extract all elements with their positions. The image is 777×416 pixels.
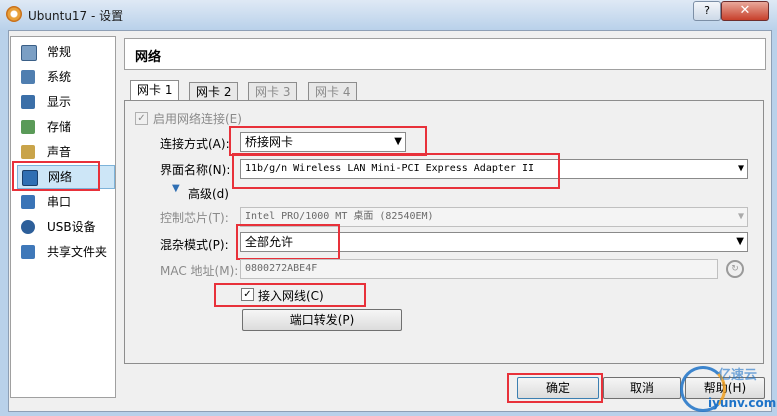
dropdown-arrow-icon: ▼ bbox=[736, 236, 744, 247]
highlight-adapter-name bbox=[232, 153, 560, 189]
sidebar-item-system[interactable]: 系统 bbox=[17, 66, 113, 88]
monitor-icon bbox=[21, 45, 37, 61]
highlight-network-item bbox=[12, 161, 100, 191]
help-window-button[interactable]: ? bbox=[693, 1, 721, 21]
sidebar-item-display[interactable]: 显示 bbox=[17, 91, 113, 113]
highlight-attached-to bbox=[229, 126, 427, 156]
chip-icon bbox=[21, 70, 35, 84]
folder-icon bbox=[21, 245, 35, 259]
attached-to-label: 连接方式(A): bbox=[160, 137, 230, 151]
display-icon bbox=[21, 95, 35, 109]
speaker-icon bbox=[21, 145, 35, 159]
tab-adapter-1[interactable]: 网卡 1 bbox=[130, 80, 180, 102]
expand-triangle-icon[interactable]: ▼ bbox=[172, 183, 180, 194]
dropdown-arrow-icon: ▼ bbox=[737, 163, 744, 174]
usb-icon bbox=[21, 220, 35, 234]
enable-adapter-label: 启用网络连接(E) bbox=[153, 112, 242, 126]
cancel-button[interactable]: 取消 bbox=[603, 377, 681, 399]
enable-adapter-checkbox[interactable]: ✓ bbox=[135, 112, 148, 125]
sidebar-item-storage[interactable]: 存储 bbox=[17, 116, 113, 138]
serial-icon bbox=[21, 195, 35, 209]
window-title: Ubuntu17 - 设置 bbox=[28, 9, 124, 23]
adapter-type-label: 控制芯片(T): bbox=[160, 211, 229, 225]
mac-address-field[interactable]: 0800272ABE4F bbox=[240, 259, 718, 279]
mac-address-label: MAC 地址(M): bbox=[160, 264, 239, 278]
dropdown-arrow-icon: ▼ bbox=[737, 211, 744, 222]
sidebar-item-shared-folders[interactable]: 共享文件夹 bbox=[17, 241, 113, 263]
settings-sidebar: 常规 系统 显示 存储 声音 网络 串口 USB设备 共享文件夹 bbox=[10, 36, 116, 398]
page-title: 网络 bbox=[135, 50, 162, 65]
tab-adapter-2[interactable]: 网卡 2 bbox=[189, 82, 239, 101]
virtualbox-settings-icon bbox=[6, 6, 22, 22]
highlight-ok-button bbox=[507, 373, 603, 403]
page-header: 网络 bbox=[124, 38, 766, 70]
sidebar-item-audio[interactable]: 声音 bbox=[17, 141, 113, 163]
sidebar-item-serial-ports[interactable]: 串口 bbox=[17, 191, 113, 213]
close-window-button[interactable]: ✕ bbox=[721, 1, 769, 21]
disk-icon bbox=[21, 120, 35, 134]
watermark-logo: 亿速云 iyunv.com bbox=[678, 362, 776, 414]
sidebar-item-usb[interactable]: USB设备 bbox=[17, 216, 113, 238]
tab-adapter-3[interactable]: 网卡 3 bbox=[248, 82, 298, 101]
refresh-mac-icon[interactable]: ↻ bbox=[726, 260, 744, 278]
tab-adapter-4[interactable]: 网卡 4 bbox=[308, 82, 358, 101]
highlight-cable-connected bbox=[214, 283, 366, 307]
promiscuous-mode-label: 混杂模式(P): bbox=[160, 238, 229, 252]
port-forwarding-button[interactable]: 端口转发(P) bbox=[242, 309, 402, 331]
sidebar-item-general[interactable]: 常规 bbox=[17, 41, 113, 63]
adapter-name-label: 界面名称(N): bbox=[160, 163, 231, 177]
advanced-toggle[interactable]: 高级(d) bbox=[188, 185, 229, 202]
highlight-promiscuous-mode bbox=[236, 224, 340, 260]
